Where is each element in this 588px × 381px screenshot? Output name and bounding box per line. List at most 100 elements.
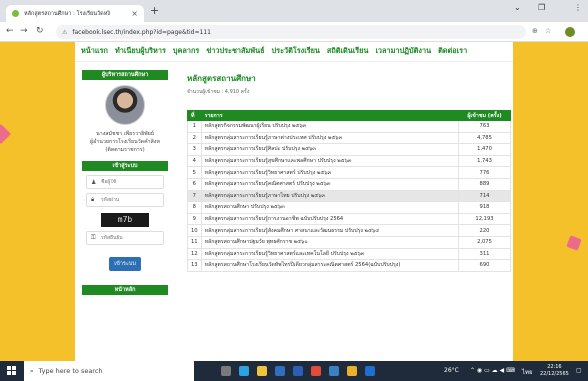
visit-count: จำนวนผู้เข้าชม : 4,910 ครั้ง [187,89,250,95]
search-icon: ⌕ [30,366,34,375]
row-number: 9 [187,212,202,226]
row-number: 8 [187,201,202,214]
lock-icon: 🔒︎ [91,196,95,203]
table-row[interactable]: 9 หลักสูตรกลุ่มสาระการเรียนรู้การงานอาชีพ… [187,212,511,226]
curriculum-name-link[interactable]: หลักสูตรกลุ่มสาระการเรียนรู้สุขศึกษาและพ… [200,154,460,168]
url-text: facebook.lsec.th/index.php?id=page&tid=1… [72,28,211,36]
app-icon[interactable] [365,366,375,376]
table-row[interactable]: 2 หลักสูตรกลุ่มสาระการเรียนรู้ภาษาต่างประ… [187,131,511,145]
table-row[interactable]: 3 หลักสูตรกลุ่มสาระการเรียนรู้ศิลปะ ปรับป… [187,143,511,156]
row-number: 7 [187,189,202,203]
browser-tab[interactable]: หลักสูตรสถานศึกษา : โรงเรียนวัดหงิ × [6,5,144,22]
sidebar: ผู้บริหารสถานศึกษา นางสมัชชา เพียรวายิพั… [82,70,168,295]
nav-attendance[interactable]: สถิติเดินเรียน [327,46,369,57]
table-row[interactable]: 6 หลักสูตรกลุ่มสาระการเรียนรู้คณิตศาสตร์ … [187,177,511,191]
edge-icon[interactable] [239,366,249,376]
taskbar-search[interactable]: ⌕ Type here to search [24,361,194,381]
login-header: เข้าสู่ระบบ [82,161,168,171]
curriculum-name-link[interactable]: หลักสูตรสถานศึกษา ปรับปรุง ๒๕๖๓ [200,201,460,214]
nav-news[interactable]: ข่าวประชาสัมพันธ์ [206,46,264,57]
table-row[interactable]: 13 หลักสูตรสถานศึกษาโรงเรียนวัดทัพไทรปีเด… [187,259,511,272]
curriculum-name-link[interactable]: หลักสูตรกลุ่มสาระการเรียนรู้คณิตศาสตร์ ป… [200,177,460,191]
column-header-views: ผู้เข้าชม (ครั้ง) [458,110,511,121]
decorative-star-icon [566,235,582,251]
row-number: 13 [187,259,202,272]
bookmark-star-icon[interactable]: ☆ [545,27,551,35]
captcha-input[interactable] [101,235,161,241]
table-row[interactable]: 8 หลักสูตรสถานศึกษา ปรับปรุง ๒๕๖๓ 918 [187,201,511,214]
profile-avatar[interactable] [565,27,575,37]
curriculum-name-link[interactable]: หลักสูตรกลุ่มสาระการเรียนรู้ศิลปะ ปรับปร… [200,143,460,156]
curriculum-name-link[interactable]: หลักสูตรกลุ่มสาระการเรียนรู้ภาษาไทย ปรับ… [200,189,460,203]
password-field[interactable]: 🔒︎ [86,193,164,207]
table-row[interactable]: 7 หลักสูตรกลุ่มสาระการเรียนรู้ภาษาไทย ปรั… [187,189,511,203]
nav-work-time[interactable]: เวลามาปฏิบัติงาน [375,46,431,57]
install-app-icon[interactable]: ⊕ [532,27,538,35]
view-count: 220 [458,224,511,237]
table-row[interactable]: 10 หลักสูตรกลุ่มสาระการเรียนรู้สังคมศึกษา… [187,224,511,237]
word-icon[interactable] [293,366,303,376]
view-count: 4,785 [458,131,511,145]
decorative-shape [0,124,11,144]
view-count: 12,193 [458,212,511,226]
curriculum-name-link[interactable]: หลักสูตรกลุ่มสาระการเรียนรู้การงานอาชีพ … [200,212,460,226]
page-title: หลักสูตรสถานศึกษา [187,74,256,83]
table-row[interactable]: 11 หลักสูตรสถานศึกษาปฐมวัย พุทธศักราช ๒๕๖… [187,235,511,249]
chrome-icon[interactable] [347,366,357,376]
weather-text[interactable]: 26°C [444,367,459,374]
user-icon: ♟ [91,178,97,186]
store-icon[interactable] [275,366,285,376]
powerpoint-icon[interactable] [311,366,321,376]
curriculum-name-link[interactable]: หลักสูตรสถานศึกษาปฐมวัย พุทธศักราช ๒๕๖๐ [200,235,460,249]
url-field[interactable]: ⚠ facebook.lsec.th/index.php?id=page&tid… [56,25,526,39]
window-menu-icon[interactable]: ⋮ [574,3,582,12]
curriculum-name-link[interactable]: หลักสูตรกลุ่มสาระการเรียนรู้ภาษาต่างประเ… [200,131,460,145]
system-tray-icons[interactable]: ⌃ ◉ ▭ ☁ ◀ ⌨ [470,367,515,374]
row-number: 3 [187,143,202,156]
table-row[interactable]: 1 หลักสูตรกิจกรรมพัฒนาผู้เรียน ปรับปรุง ๒… [187,120,511,133]
nav-administrators[interactable]: ทำเนียบผู้บริหาร [115,46,166,57]
curriculum-name-link[interactable]: หลักสูตรสถานศึกษาโรงเรียนวัดทัพไทรปีเดีย… [200,259,460,272]
taskbar-clock[interactable]: 22:16 22/12/2565 [540,364,569,378]
table-row[interactable]: 5 หลักสูตรกลุ่มสาระการเรียนรู้วิทยาศาสตร์… [187,166,511,179]
clock-time: 22:16 [547,364,562,370]
file-explorer-icon[interactable] [257,366,267,376]
new-tab-button[interactable]: + [150,4,159,17]
site-container: หน้าแรก ทำเนียบผู้บริหาร บุคลากร ข่าวประ… [75,42,513,361]
view-count: 2,075 [458,235,511,249]
table-row[interactable]: 4 หลักสูตรกลุ่มสาระการเรียนรู้สุขศึกษาและ… [187,154,511,168]
login-button[interactable]: เข้าระบบ [109,257,141,271]
close-tab-icon[interactable]: × [131,9,138,18]
username-input[interactable] [101,179,161,185]
table-row[interactable]: 12 หลักสูตรกลุ่มสาระการเรียนรู้วิทยาศาสตร… [187,247,511,261]
view-count: 889 [458,177,511,191]
password-input[interactable] [101,197,161,203]
curriculum-name-link[interactable]: หลักสูตรกลุ่มสาระการเรียนรู้วิทยาศาสตร์แ… [200,247,460,261]
reload-icon[interactable]: ↻ [36,26,44,36]
username-field[interactable]: ♟ [86,175,164,189]
nav-home[interactable]: หน้าแรก [81,46,108,57]
back-icon[interactable]: ← [6,26,14,36]
captcha-image: m7b [101,213,149,227]
tab-search-icon[interactable]: ⌄ [514,3,521,12]
view-count: 690 [458,259,511,272]
restore-window-icon[interactable]: ❐ [538,3,545,12]
key-icon: ⚿ [91,234,96,241]
view-count: 776 [458,166,511,179]
task-view-icon[interactable] [221,366,231,376]
language-indicator[interactable]: ไทย [522,367,533,377]
nav-staff[interactable]: บุคลากร [173,46,199,57]
outlook-icon[interactable] [329,366,339,376]
nav-contact[interactable]: ติดต่อเรา [438,46,467,57]
forward-icon[interactable]: → [20,26,28,36]
curriculum-name-link[interactable]: หลักสูตรกลุ่มสาระการเรียนรู้สังคมศึกษา ศ… [200,224,460,237]
curriculum-name-link[interactable]: หลักสูตรกลุ่มสาระการเรียนรู้วิทยาศาสตร์ … [200,166,460,179]
captcha-field[interactable]: ⚿ [86,231,164,245]
windows-start-icon[interactable] [7,366,17,376]
page-background: หน้าแรก ทำเนียบผู้บริหาร บุคลากร ข่าวประ… [0,42,588,361]
row-number: 4 [187,154,202,168]
view-count: 311 [458,247,511,261]
nav-history[interactable]: ประวัติโรงเรียน [272,46,320,57]
curriculum-name-link[interactable]: หลักสูตรกิจกรรมพัฒนาผู้เรียน ปรับปรุง ๒๕… [200,120,460,133]
notifications-icon[interactable]: ▢ [576,367,582,374]
